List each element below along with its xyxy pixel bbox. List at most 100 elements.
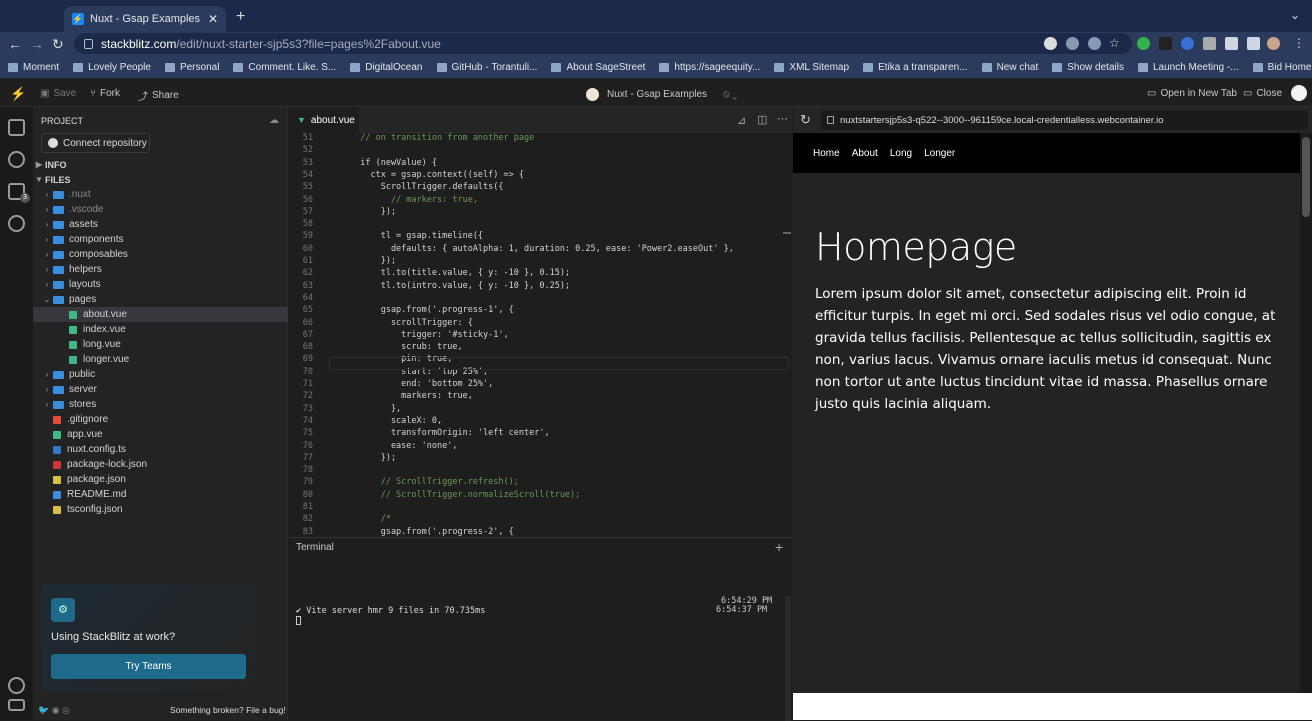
bookmark-item[interactable]: About SageStreet (551, 62, 645, 73)
file-tree-item[interactable]: › public (33, 367, 288, 382)
file-tree-item[interactable]: .gitignore (33, 412, 288, 427)
split-editor-icon[interactable]: ◫ (757, 113, 767, 126)
file-bug-link[interactable]: Something broken? File a bug! (170, 705, 286, 715)
bookmark-item[interactable]: XML Sitemap (774, 62, 849, 73)
more-actions-icon[interactable]: ⋯ (777, 112, 788, 125)
editor-tab-about[interactable]: ▼ about.vue (289, 107, 359, 133)
preview-url-bar[interactable]: nuxtstartersjp5s3-q522--3000--961159ce.l… (821, 110, 1308, 130)
bookmark-item[interactable]: https://sageequity... (659, 62, 760, 73)
profile-avatar[interactable] (1267, 37, 1280, 50)
file-tree-item[interactable]: nuxt.config.ts (33, 442, 288, 457)
close-button[interactable]: ▭ Close (1243, 88, 1282, 99)
add-terminal-icon[interactable]: + (775, 539, 783, 555)
browser-tab[interactable]: ⚡ Nuxt - Gsap Examples - StackB ✕ (64, 6, 226, 32)
connect-repository-button[interactable]: Connect repository (41, 133, 150, 153)
user-avatar[interactable] (1291, 85, 1307, 101)
bookmark-item[interactable]: Lovely People (73, 62, 151, 73)
line-number: 80 (302, 489, 313, 500)
share-button[interactable]: ⤴ Share (138, 88, 179, 103)
file-tree-item[interactable]: index.vue (33, 322, 288, 337)
preview-nav-link[interactable]: Longer (924, 148, 955, 159)
social-icons[interactable]: 🐦 ◉ ◎ (38, 705, 70, 716)
new-tab-icon[interactable]: + (236, 8, 245, 26)
bookmark-item[interactable]: Etika a transparen... (863, 62, 968, 73)
git-file-icon (53, 415, 61, 424)
bookmark-item[interactable]: Launch Meeting -... (1137, 62, 1239, 73)
address-bar[interactable]: stackblitz.com /edit/nuxt-starter-sjp5s3… (74, 33, 1132, 54)
fork-button[interactable]: ⑂ Fork (90, 88, 120, 99)
line-number: 82 (302, 514, 313, 525)
file-tree-item[interactable]: › composables (33, 247, 288, 262)
format-icon[interactable]: ⊿ (737, 114, 746, 127)
refresh-preview-icon[interactable]: ↻ (800, 112, 811, 128)
terminal-scrollbar[interactable] (785, 596, 791, 721)
share-icon[interactable] (1088, 37, 1101, 50)
close-tab-icon[interactable]: ✕ (208, 12, 218, 26)
sidebar-toggle-icon[interactable] (1247, 37, 1260, 50)
bookmark-item[interactable]: GitHub - Torantuli... (436, 62, 537, 73)
terminal-label[interactable]: Terminal (296, 542, 334, 553)
install-icon[interactable] (1066, 37, 1079, 50)
file-tree-item[interactable]: › components (33, 232, 288, 247)
line-number: 76 (302, 440, 313, 451)
preview-nav-link[interactable]: Long (890, 148, 912, 159)
activity-bar: 3 (0, 107, 33, 720)
file-tree-item[interactable]: tsconfig.json (33, 502, 288, 517)
extension-bh-icon[interactable] (1159, 37, 1172, 50)
file-tree-item[interactable]: README.md (33, 487, 288, 502)
kebab-menu-icon[interactable]: ⋮ (1293, 36, 1305, 50)
chevron-down-icon[interactable]: ⌄ (1290, 8, 1300, 22)
stackblitz-favicon-icon: ⚡ (72, 13, 84, 25)
stackblitz-logo-icon[interactable]: ⚡ (10, 86, 26, 102)
panel-toggle-icon[interactable] (8, 699, 25, 711)
preview-scrollbar[interactable] (1300, 133, 1312, 693)
file-tree-item[interactable]: › assets (33, 217, 288, 232)
file-tree-item[interactable]: › .vscode (33, 202, 288, 217)
files-icon[interactable] (8, 119, 25, 136)
bookmark-item[interactable]: Moment (8, 62, 59, 73)
cloud-icon[interactable]: ☁ (269, 115, 279, 126)
file-tree-item[interactable]: long.vue (33, 337, 288, 352)
settings-gear-icon[interactable] (8, 215, 25, 232)
star-icon[interactable]: ☆ (1109, 36, 1120, 50)
info-section-header[interactable]: ▶ INFO (33, 157, 288, 172)
bookmark-item[interactable]: Comment. Like. S... (233, 62, 336, 73)
extension-green-icon[interactable] (1137, 37, 1150, 50)
file-tree-item[interactable]: › stores (33, 397, 288, 412)
bookmark-item[interactable]: New chat (981, 62, 1038, 73)
preview-nav-link[interactable]: About (852, 148, 878, 159)
file-tree-item[interactable]: package-lock.json (33, 457, 288, 472)
forward-icon[interactable]: → (30, 36, 44, 52)
file-tree-item[interactable]: package.json (33, 472, 288, 487)
files-section-header[interactable]: ▼ FILES (33, 172, 288, 187)
bookmark-item[interactable]: Show details (1052, 62, 1124, 73)
file-tree-item[interactable]: › layouts (33, 277, 288, 292)
file-tree-item[interactable]: app.vue (33, 427, 288, 442)
search-icon[interactable] (8, 151, 25, 168)
extension-blue-icon[interactable] (1181, 37, 1194, 50)
code-line: /* (350, 514, 391, 525)
open-new-tab-button[interactable]: ▭ Open in New Tab (1147, 88, 1237, 99)
try-teams-button[interactable]: Try Teams (51, 654, 246, 679)
editor-scrollbar[interactable] (783, 232, 791, 234)
bookmark-item[interactable]: Bid Home (1252, 62, 1311, 73)
terminal-cursor[interactable] (296, 616, 301, 625)
camera-icon[interactable] (1203, 37, 1216, 50)
project-title[interactable]: Nuxt - Gsap Examples ⦸ ⌄ (586, 88, 737, 101)
file-tree-item[interactable]: ⌄ pages (33, 292, 288, 307)
reload-icon[interactable]: ↻ (52, 36, 64, 53)
back-icon[interactable]: ← (8, 36, 22, 52)
bookmark-item[interactable]: Personal (164, 62, 219, 73)
file-tree-item[interactable]: › server (33, 382, 288, 397)
save-button[interactable]: ▣ Save (40, 88, 76, 99)
file-tree-item[interactable]: › .nuxt (33, 187, 288, 202)
puzzle-icon[interactable] (1225, 37, 1238, 50)
extension-icon[interactable] (1044, 37, 1057, 50)
preview-nav-link[interactable]: Home (813, 148, 840, 159)
bookmark-item[interactable]: DigitalOcean (350, 62, 423, 73)
save-label: Save (53, 88, 77, 99)
file-tree-item[interactable]: about.vue (33, 307, 288, 322)
theme-toggle-icon[interactable] (8, 677, 25, 694)
file-tree-item[interactable]: longer.vue (33, 352, 288, 367)
file-tree-item[interactable]: › helpers (33, 262, 288, 277)
